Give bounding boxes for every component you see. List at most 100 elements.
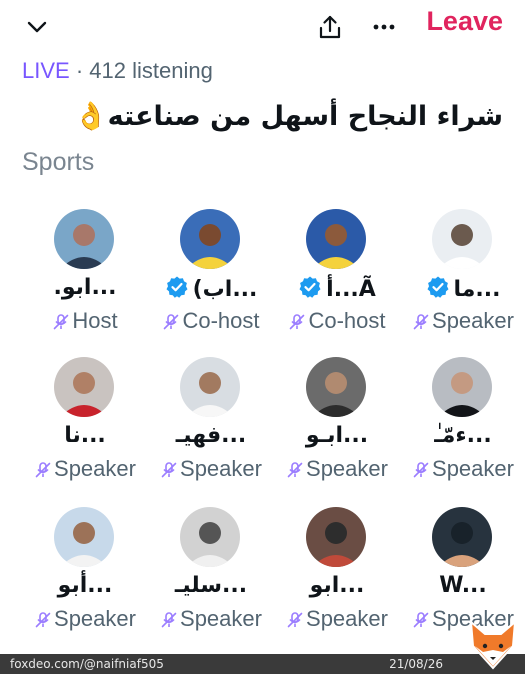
participant-role-text: Speaker	[54, 456, 136, 481]
mic-off-icon	[34, 609, 52, 635]
avatar[interactable]	[54, 209, 114, 269]
participant-name: أبو...	[22, 573, 148, 598]
participant-name: فهيـ...	[148, 423, 274, 448]
participant-card[interactable]: ءمّـٰ... Speaker	[400, 353, 525, 493]
mic-off-icon	[288, 311, 306, 337]
participant-name-text: فهيـ...	[175, 423, 247, 448]
mic-off-icon	[162, 311, 180, 337]
watermark-date: 21/08/26	[389, 657, 443, 671]
participant-role: Co-host	[274, 308, 400, 337]
participant-role-text: Host	[72, 308, 118, 333]
avatar[interactable]	[306, 209, 366, 269]
avatar[interactable]	[54, 507, 114, 567]
fox-logo-icon	[465, 616, 521, 672]
participant-name-text: أ...Ã	[326, 277, 376, 302]
mic-off-icon	[286, 609, 304, 635]
participant-name: W...	[400, 573, 525, 598]
watermark-bar: foxdeo.com/@naifniaf505 21/08/26	[0, 654, 525, 674]
verified-icon	[426, 275, 450, 305]
mic-off-icon	[160, 459, 178, 485]
listener-count: 412 listening	[89, 58, 213, 83]
participant-name: سليـ...	[148, 573, 274, 598]
participant-role: Speaker	[22, 606, 148, 635]
participant-role-text: Speaker	[180, 606, 262, 631]
participant-card[interactable]: فهيـ... Speaker	[148, 353, 274, 493]
participant-card[interactable]: سليـ... Speaker	[148, 503, 274, 643]
participant-role: Speaker	[148, 456, 274, 485]
avatar[interactable]	[306, 357, 366, 417]
share-icon[interactable]	[313, 10, 347, 44]
live-label: LIVE	[22, 58, 70, 83]
watermark-source: foxdeo.com/@naifniaf505	[10, 657, 164, 671]
participant-card[interactable]: ابو... Speaker	[274, 503, 400, 643]
avatar[interactable]	[180, 507, 240, 567]
participant-name: .ابو...	[22, 275, 148, 300]
participant-role: Co-host	[148, 308, 274, 337]
status-separator: ·	[69, 58, 90, 83]
avatar[interactable]	[54, 357, 114, 417]
avatar[interactable]	[180, 357, 240, 417]
participant-name-text: ابو...	[309, 573, 365, 598]
participant-role-text: Speaker	[54, 606, 136, 631]
mic-off-icon	[412, 459, 430, 485]
participant-card[interactable]: أبو... Speaker	[22, 503, 148, 643]
participant-name: أ...Ã	[274, 275, 400, 305]
participant-card[interactable]: ما... Speaker	[400, 205, 525, 345]
participant-name-text: W...	[439, 573, 487, 598]
participant-role-text: Speaker	[306, 606, 388, 631]
participant-name-text: ما...	[453, 277, 501, 302]
participants-grid: ما... Speaker أ...Ã Co-host (اب... Co-host .اب…	[0, 205, 525, 655]
participant-name: ما...	[400, 275, 525, 305]
space-title: شراء النجاح أسهل من صناعته👌	[74, 101, 503, 132]
mic-off-icon	[34, 459, 52, 485]
participant-name-text: سليـ...	[174, 573, 248, 598]
participant-name: ابـو...	[274, 423, 400, 448]
mic-off-icon	[412, 609, 430, 635]
participant-name-text: نا...	[64, 423, 106, 448]
avatar[interactable]	[432, 357, 492, 417]
participant-role: Speaker	[148, 606, 274, 635]
participant-name-text: .ابو...	[53, 275, 117, 300]
participant-name-text: (اب...	[192, 277, 258, 302]
participant-card[interactable]: أ...Ã Co-host	[274, 205, 400, 345]
participant-card[interactable]: .ابو... Host	[22, 205, 148, 345]
participant-role: Speaker	[274, 606, 400, 635]
mic-off-icon	[52, 311, 70, 337]
mic-off-icon	[286, 459, 304, 485]
participant-card[interactable]: (اب... Co-host	[148, 205, 274, 345]
space-topic[interactable]: Sports	[22, 148, 94, 177]
participant-role-text: Speaker	[432, 456, 514, 481]
verified-icon	[165, 275, 189, 305]
verified-icon	[298, 275, 322, 305]
more-icon[interactable]	[367, 10, 401, 44]
avatar[interactable]	[180, 209, 240, 269]
mic-off-icon	[160, 609, 178, 635]
participant-card[interactable]: نا... Speaker	[22, 353, 148, 493]
participant-role: Speaker	[400, 308, 525, 337]
participant-role: Speaker	[22, 456, 148, 485]
participant-card[interactable]: ابـو... Speaker	[274, 353, 400, 493]
participant-role-text: Co-host	[308, 308, 386, 333]
participant-role: Speaker	[400, 456, 525, 485]
participant-name-text: أبو...	[57, 573, 113, 598]
avatar[interactable]	[432, 209, 492, 269]
mic-off-icon	[412, 311, 430, 337]
leave-button[interactable]: Leave	[426, 6, 503, 37]
participant-role: Host	[22, 308, 148, 337]
space-status: LIVE · 412 listening	[22, 58, 213, 84]
top-bar: Leave	[0, 0, 525, 52]
participant-role: Speaker	[274, 456, 400, 485]
avatar[interactable]	[306, 507, 366, 567]
participant-name: ابو...	[274, 573, 400, 598]
chevron-down-icon[interactable]	[20, 10, 54, 44]
avatar[interactable]	[432, 507, 492, 567]
participant-name: (اب...	[148, 275, 274, 305]
participant-name-text: ابـو...	[305, 423, 369, 448]
participant-name: نا...	[22, 423, 148, 448]
participant-role-text: Co-host	[182, 308, 260, 333]
participant-role-text: Speaker	[432, 308, 514, 333]
participant-name: ءمّـٰ...	[400, 423, 525, 448]
participant-name-text: ءمّـٰ...	[434, 423, 492, 448]
participant-role-text: Speaker	[180, 456, 262, 481]
participant-role-text: Speaker	[306, 456, 388, 481]
